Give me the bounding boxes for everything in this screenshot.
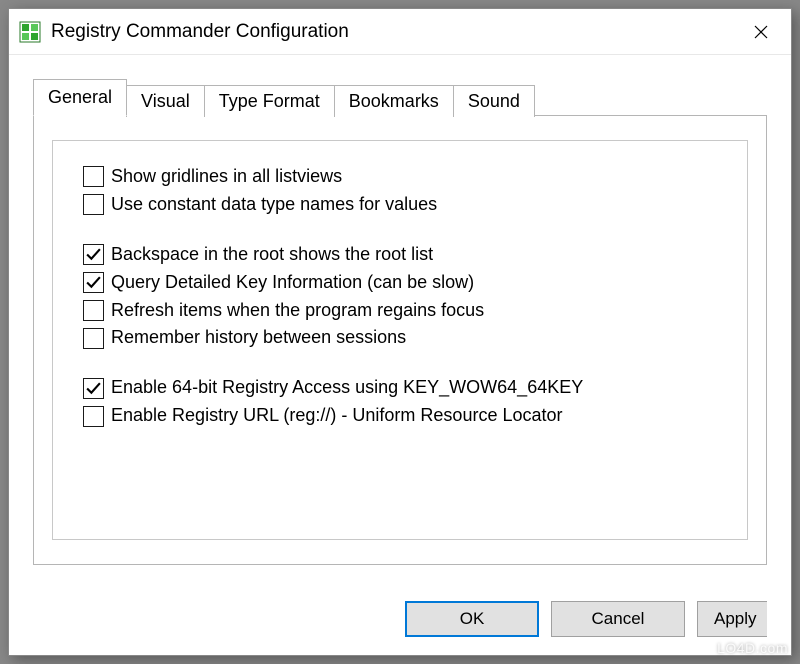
- close-button[interactable]: [741, 9, 781, 55]
- tab-sound[interactable]: Sound: [453, 85, 535, 117]
- tab-label: Visual: [141, 91, 190, 111]
- option-block-2: Backspace in the root shows the root lis…: [83, 241, 717, 353]
- option-label: Query Detailed Key Information (can be s…: [111, 269, 474, 297]
- option-label: Show gridlines in all listviews: [111, 163, 342, 191]
- dialog-client: General Visual Type Format Bookmarks Sou…: [9, 55, 791, 583]
- tab-bookmarks[interactable]: Bookmarks: [334, 85, 454, 117]
- checkbox-refresh-focus[interactable]: [83, 300, 104, 321]
- option-label: Use constant data type names for values: [111, 191, 437, 219]
- option-group: Show gridlines in all listviews Use cons…: [52, 140, 748, 540]
- option-label: Enable Registry URL (reg://) - Uniform R…: [111, 402, 563, 430]
- checkbox-show-gridlines[interactable]: [83, 166, 104, 187]
- option-label: Remember history between sessions: [111, 324, 406, 352]
- option-block-3: Enable 64-bit Registry Access using KEY_…: [83, 374, 717, 430]
- window-title: Registry Commander Configuration: [51, 21, 349, 43]
- tab-label: Sound: [468, 91, 520, 111]
- option-row: Show gridlines in all listviews: [83, 163, 717, 191]
- option-row: Enable Registry URL (reg://) - Uniform R…: [83, 402, 717, 430]
- apply-button[interactable]: Apply: [697, 601, 767, 637]
- option-label: Refresh items when the program regains f…: [111, 297, 484, 325]
- checkbox-remember-history[interactable]: [83, 328, 104, 349]
- button-label: OK: [460, 609, 485, 629]
- button-label: Cancel: [592, 609, 645, 629]
- option-row: Use constant data type names for values: [83, 191, 717, 219]
- tab-label: General: [48, 87, 112, 107]
- checkbox-backspace-root[interactable]: [83, 244, 104, 265]
- option-row: Remember history between sessions: [83, 324, 717, 352]
- dialog-buttons: OK Cancel Apply: [9, 583, 791, 655]
- tab-label: Bookmarks: [349, 91, 439, 111]
- checkbox-query-detailed[interactable]: [83, 272, 104, 293]
- option-row: Backspace in the root shows the root lis…: [83, 241, 717, 269]
- watermark: LO4D.com: [717, 640, 788, 656]
- checkbox-64bit-registry[interactable]: [83, 378, 104, 399]
- tab-label: Type Format: [219, 91, 320, 111]
- checkbox-constant-type-names[interactable]: [83, 194, 104, 215]
- app-icon: [19, 21, 41, 43]
- close-icon: [754, 25, 768, 39]
- option-block-1: Show gridlines in all listviews Use cons…: [83, 163, 717, 219]
- tab-row: General Visual Type Format Bookmarks Sou…: [33, 79, 767, 115]
- option-label: Backspace in the root shows the root lis…: [111, 241, 433, 269]
- titlebar: Registry Commander Configuration: [9, 9, 791, 55]
- tab-general[interactable]: General: [33, 79, 127, 116]
- option-row: Query Detailed Key Information (can be s…: [83, 269, 717, 297]
- ok-button[interactable]: OK: [405, 601, 539, 637]
- cancel-button[interactable]: Cancel: [551, 601, 685, 637]
- button-label: Apply: [714, 609, 757, 629]
- tab-visual[interactable]: Visual: [126, 85, 205, 117]
- option-label: Enable 64-bit Registry Access using KEY_…: [111, 374, 583, 402]
- tab-type-format[interactable]: Type Format: [204, 85, 335, 117]
- checkbox-registry-url[interactable]: [83, 406, 104, 427]
- option-row: Enable 64-bit Registry Access using KEY_…: [83, 374, 717, 402]
- dialog-window: Registry Commander Configuration General…: [8, 8, 792, 656]
- option-row: Refresh items when the program regains f…: [83, 297, 717, 325]
- tab-panel-general: Show gridlines in all listviews Use cons…: [33, 115, 767, 565]
